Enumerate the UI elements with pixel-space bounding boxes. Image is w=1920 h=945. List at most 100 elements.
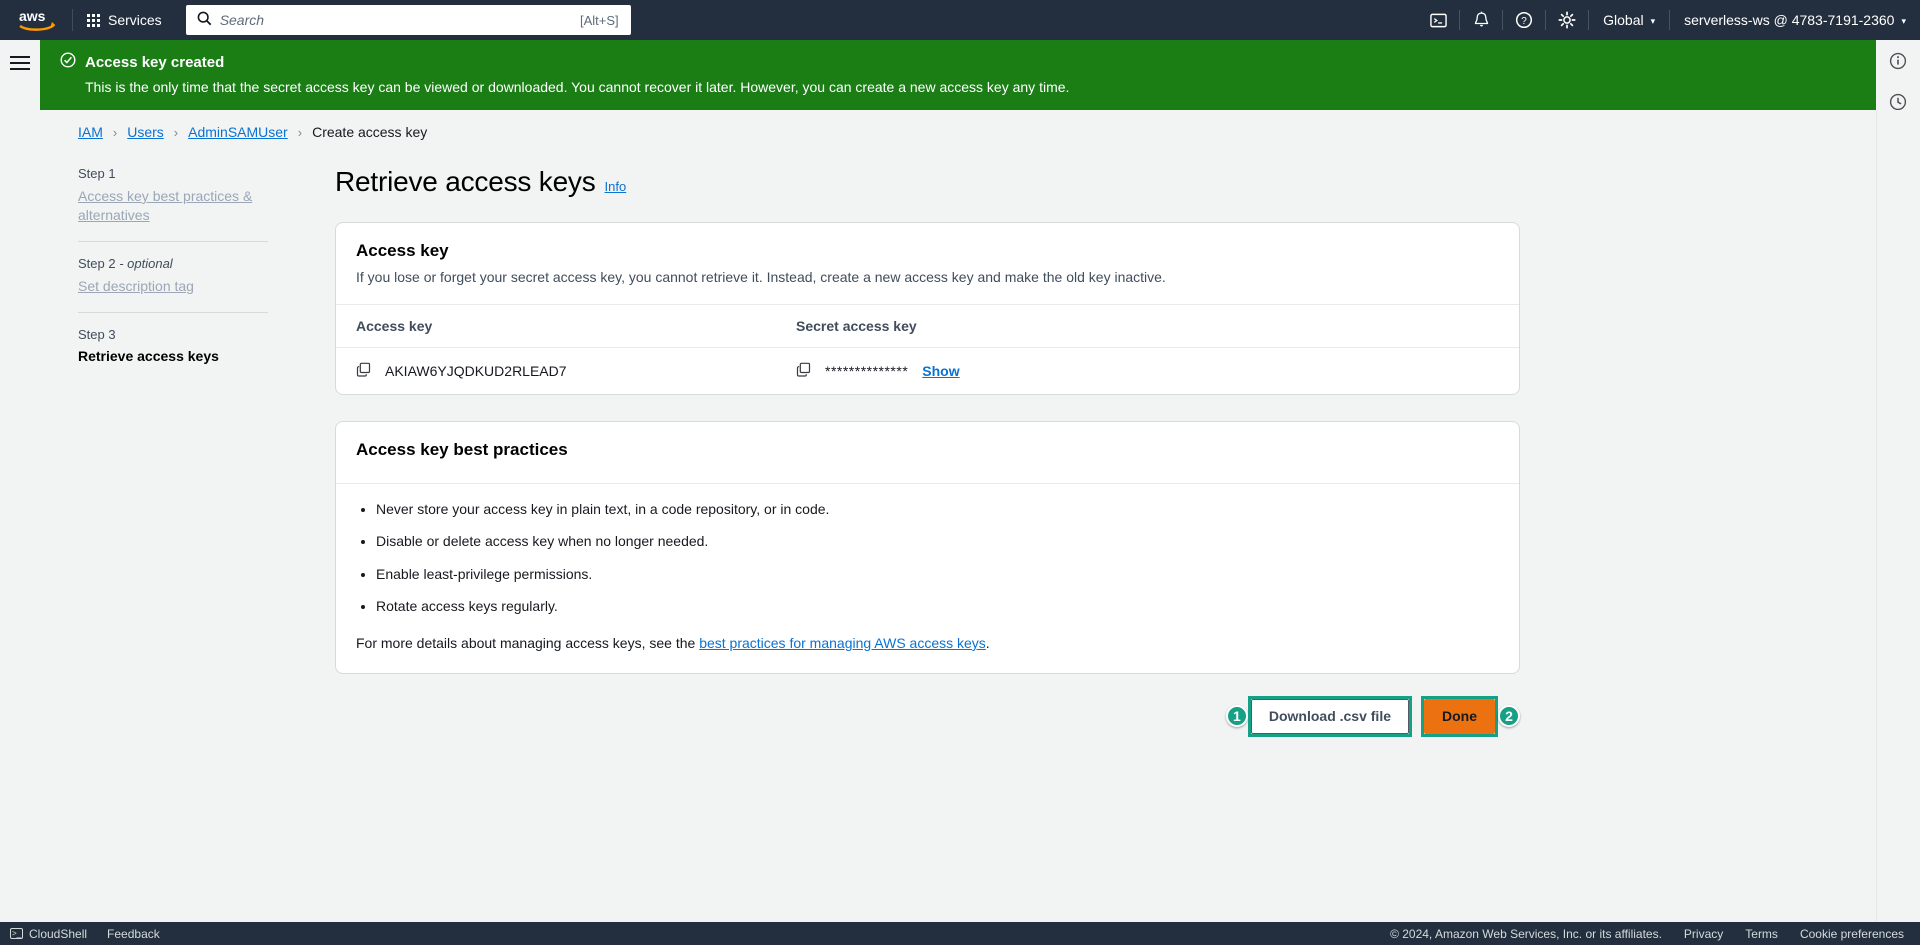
region-label: Global: [1603, 12, 1644, 28]
search-shortcut-hint: [Alt+S]: [580, 12, 619, 28]
page-title-row: Retrieve access keys Info: [335, 166, 1876, 198]
footer-copyright: © 2024, Amazon Web Services, Inc. or its…: [1390, 926, 1662, 941]
footer-cloudshell-label: CloudShell: [29, 926, 88, 941]
access-key-card-subtitle: If you lose or forget your secret access…: [356, 269, 1166, 285]
main-content: Retrieve access keys Info Access key If …: [295, 166, 1876, 737]
left-gutter: [0, 110, 40, 922]
best-practices-list: Never store your access key in plain tex…: [376, 500, 1499, 617]
breadcrumb-item-users[interactable]: Users: [127, 124, 164, 140]
access-key-table: Access key Secret access key AKIAW6YJQDK…: [336, 304, 1519, 394]
sidebar-toggle-column: [0, 40, 40, 110]
footer-left-group: >_ CloudShell Feedback: [10, 927, 160, 941]
step-1-label: Step 1: [78, 166, 116, 181]
download-csv-highlight: Download .csv file: [1247, 695, 1412, 737]
wizard-step-3: Step 3 Retrieve access keys: [78, 327, 295, 366]
success-banner: Access key created This is the only time…: [40, 40, 1876, 110]
account-menu[interactable]: serverless-ws @ 4783-7191-2360 ▾: [1670, 0, 1920, 40]
breadcrumb-separator-icon: ›: [112, 124, 118, 140]
footer-cookie-preferences-link[interactable]: Cookie preferences: [1800, 927, 1904, 941]
access-key-card-header: Access key If you lose or forget your se…: [336, 223, 1519, 305]
footer-privacy-link[interactable]: Privacy: [1684, 927, 1723, 941]
table-row: AKIAW6YJQDKUD2RLEAD7 ************** Show: [336, 347, 1519, 394]
help-icon[interactable]: ?: [1503, 0, 1545, 40]
wizard-step-1: Step 1 Access key best practices & alter…: [78, 166, 295, 225]
svg-text:aws: aws: [19, 8, 46, 24]
grid-icon: [87, 13, 100, 27]
right-gutter: [1876, 110, 1920, 922]
svg-text:?: ?: [1521, 16, 1527, 27]
right-rail-top: [1876, 40, 1920, 111]
search-input[interactable]: [219, 6, 581, 34]
success-check-icon: [60, 52, 76, 72]
top-navigation-bar: aws Services [Alt+S]: [0, 0, 1920, 40]
step-2-title[interactable]: Set description tag: [78, 277, 194, 296]
step-2-optional: - optional: [115, 255, 173, 271]
table-header-row: Access key Secret access key: [336, 304, 1519, 348]
search-icon: [197, 11, 212, 29]
best-practices-card: Access key best practices Never store yo…: [335, 420, 1520, 674]
step-1-title[interactable]: Access key best practices & alternatives: [78, 187, 258, 225]
show-secret-link[interactable]: Show: [922, 363, 959, 379]
breadcrumb-item-iam[interactable]: IAM: [78, 124, 103, 140]
region-selector[interactable]: Global ▾: [1589, 0, 1669, 40]
step-3-label: Step 3: [78, 326, 116, 342]
account-label: serverless-ws @ 4783-7191-2360: [1684, 12, 1895, 28]
cloudshell-icon: >_: [10, 928, 23, 939]
copy-icon[interactable]: [356, 362, 371, 380]
step-divider: [78, 240, 268, 242]
annotation-badge-1: 1: [1225, 705, 1248, 728]
content-column: IAM › Users › AdminSAMUser › Create acce…: [40, 110, 1876, 922]
chevron-down-icon: ▾: [1650, 15, 1656, 26]
page-body: IAM › Users › AdminSAMUser › Create acce…: [0, 110, 1920, 922]
done-button[interactable]: Done: [1424, 698, 1495, 734]
footer-right-group: © 2024, Amazon Web Services, Inc. or its…: [1390, 927, 1904, 941]
step-2-label: Step 2 - optional: [78, 256, 295, 271]
banner-title-row: Access key created: [60, 52, 1876, 72]
access-key-value: AKIAW6YJQDKUD2RLEAD7: [385, 362, 567, 379]
info-link[interactable]: Info: [605, 179, 627, 194]
annotation-badge-2: 2: [1498, 705, 1520, 728]
breadcrumb-separator-icon: ›: [173, 124, 179, 140]
access-key-card-title: Access key: [356, 241, 449, 260]
notification-banner-row: Access key created This is the only time…: [0, 40, 1920, 111]
footer-terms-link[interactable]: Terms: [1745, 927, 1778, 941]
copy-icon[interactable]: [796, 362, 811, 380]
step-2-number: Step 2: [78, 255, 116, 271]
cloudshell-icon[interactable]: [1417, 0, 1459, 40]
breadcrumb-item-adminsamuser[interactable]: AdminSAMUser: [188, 124, 288, 140]
breadcrumb-separator-icon: ›: [297, 124, 303, 140]
wizard-step-2: Step 2 - optional Set description tag: [78, 256, 295, 296]
info-circle-icon[interactable]: [1889, 52, 1907, 75]
column-header-access-key: Access key: [336, 304, 776, 348]
services-menu-button[interactable]: Services: [77, 5, 172, 35]
column-header-secret-access-key: Secret access key: [776, 304, 1519, 348]
footer-bar: >_ CloudShell Feedback © 2024, Amazon We…: [0, 922, 1920, 945]
best-practices-doc-link[interactable]: best practices for managing AWS access k…: [699, 635, 986, 651]
search-box[interactable]: [Alt+S]: [185, 5, 631, 35]
list-item: Disable or delete access key when no lon…: [376, 532, 1499, 552]
cell-access-key: AKIAW6YJQDKUD2RLEAD7: [336, 347, 776, 394]
secret-access-key-masked: **************: [825, 362, 909, 379]
gear-icon[interactable]: [1546, 0, 1588, 40]
done-highlight: Done: [1421, 695, 1498, 737]
bell-icon[interactable]: [1460, 0, 1502, 40]
best-practices-footer-suffix: .: [985, 634, 990, 651]
best-practices-body: Never store your access key in plain tex…: [336, 484, 1519, 673]
list-item: Rotate access keys regularly.: [376, 597, 1499, 617]
form-actions: 1 Download .csv file Done 2: [335, 695, 1520, 737]
best-practices-footer-prefix: For more details about managing access k…: [356, 634, 700, 651]
download-csv-button[interactable]: Download .csv file: [1250, 698, 1409, 734]
wizard-steps-sidebar: Step 1 Access key best practices & alter…: [40, 166, 295, 737]
page-title: Retrieve access keys: [335, 166, 596, 197]
hamburger-menu-icon[interactable]: [10, 56, 30, 110]
breadcrumb: IAM › Users › AdminSAMUser › Create acce…: [78, 124, 1876, 140]
step-divider: [78, 311, 268, 313]
services-label: Services: [108, 12, 162, 28]
footer-feedback-label: Feedback: [107, 926, 160, 941]
footer-feedback-button[interactable]: Feedback: [107, 927, 160, 941]
aws-logo[interactable]: aws: [8, 8, 68, 32]
breadcrumb-item-current: Create access key: [312, 124, 428, 140]
wizard-layout: Step 1 Access key best practices & alter…: [40, 166, 1876, 737]
footer-cloudshell-button[interactable]: >_ CloudShell: [10, 927, 87, 941]
banner-title: Access key created: [85, 53, 225, 71]
